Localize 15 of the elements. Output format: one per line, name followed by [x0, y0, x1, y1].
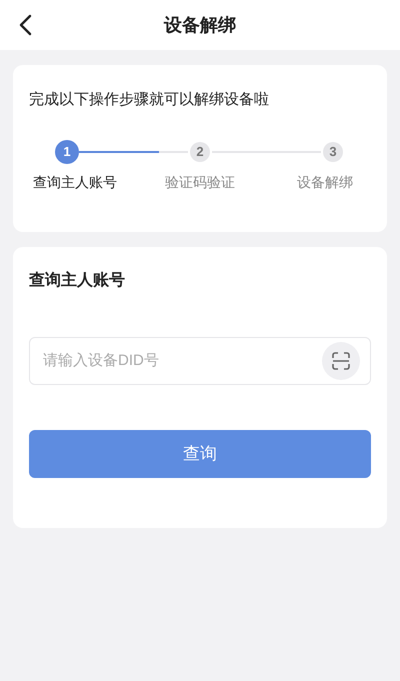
page-title: 设备解绑	[164, 14, 236, 36]
intro-text: 完成以下操作步骤就可以解绑设备啦	[29, 90, 270, 110]
step-number: 3	[323, 142, 343, 162]
step-number: 1	[55, 140, 79, 164]
step-label: 设备解绑	[296, 172, 354, 192]
scan-button[interactable]	[322, 342, 360, 380]
did-input-field[interactable]: 请输入设备DID号	[43, 350, 322, 372]
query-button[interactable]: 查询	[29, 430, 371, 478]
step-number: 2	[190, 142, 210, 162]
input-box[interactable]: 请输入设备DID号	[29, 337, 371, 385]
step-label: 查询主人账号	[32, 172, 118, 192]
back-icon	[18, 14, 32, 36]
section-title: 查询主人账号	[29, 270, 126, 291]
scan-icon	[332, 352, 350, 370]
step-label: 验证码验证	[164, 172, 236, 192]
